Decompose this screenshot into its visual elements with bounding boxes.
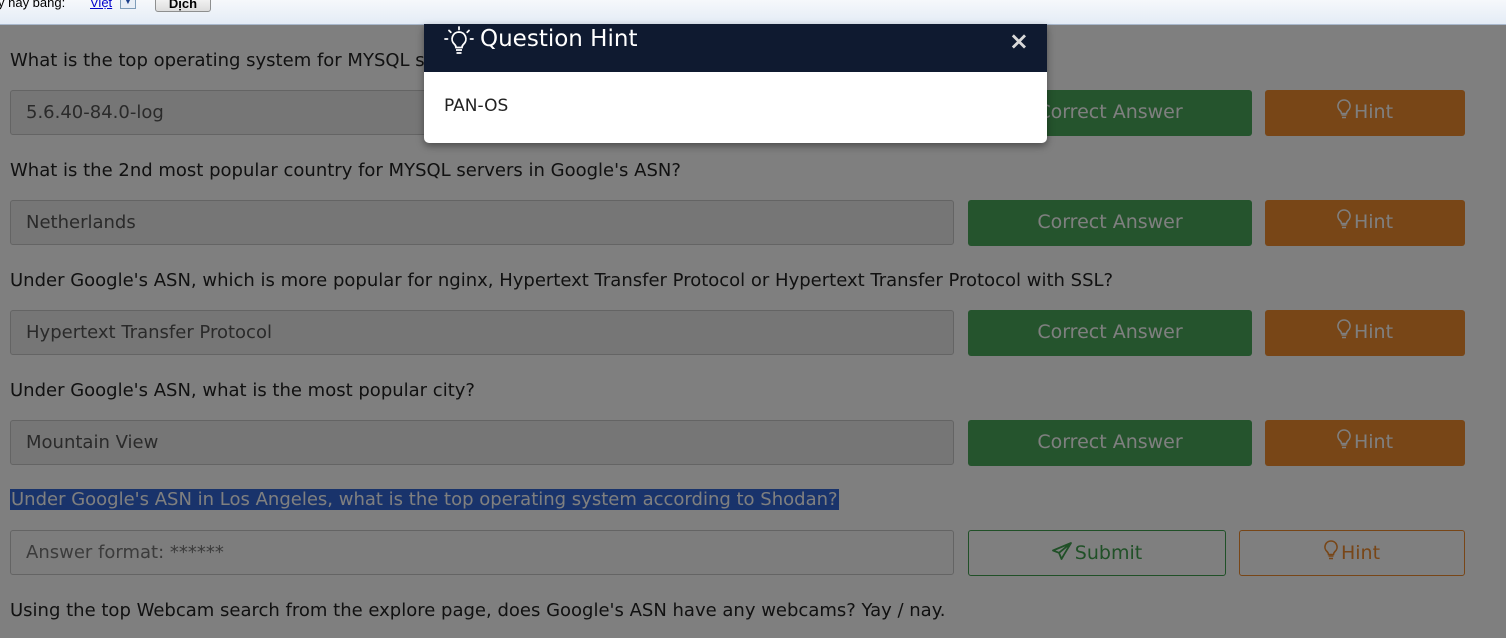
modal-header: Question Hint × xyxy=(424,24,1047,72)
translate-button[interactable]: Dịch xyxy=(155,0,211,12)
translate-language-link[interactable]: Việt xyxy=(90,0,112,10)
translate-bar: y này bằng: Việt ▼ Dịch xyxy=(0,0,1506,25)
lightbulb-icon xyxy=(442,26,476,60)
chevron-down-icon[interactable]: ▼ xyxy=(120,0,136,9)
modal-title: Question Hint xyxy=(480,26,638,52)
close-icon[interactable]: × xyxy=(1009,27,1029,55)
question-hint-modal: Question Hint × PAN-OS xyxy=(424,24,1047,143)
scrollbar[interactable] xyxy=(1500,24,1506,638)
translate-prompt: y này bằng: xyxy=(0,0,66,10)
hint-text: PAN-OS xyxy=(444,96,509,116)
